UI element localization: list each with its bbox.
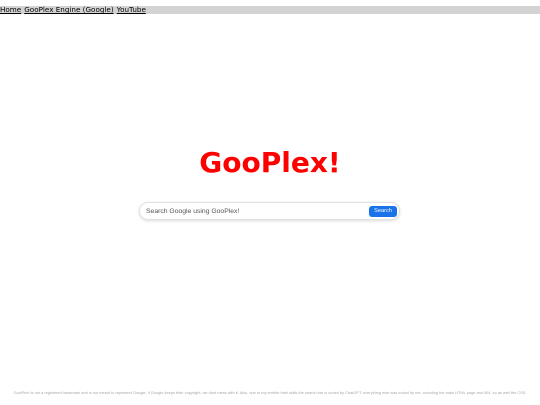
search-button[interactable]: Search [369,206,397,217]
nav-link-gooplex-engine[interactable]: GooPlex Engine (Google) [24,6,113,14]
gooplex-logo: GooPlex! [199,146,341,179]
footer-disclaimer: GooPlex! is not a registered trademark a… [13,390,527,395]
search-bar: Search [139,202,400,220]
top-nav-bar: Home GooPlex Engine (Google) YouTube [0,6,540,14]
page: Home GooPlex Engine (Google) YouTube Goo… [0,0,540,405]
nav-link-youtube[interactable]: YouTube [117,6,146,14]
nav-link-home[interactable]: Home [0,6,21,14]
search-input[interactable] [146,205,356,217]
